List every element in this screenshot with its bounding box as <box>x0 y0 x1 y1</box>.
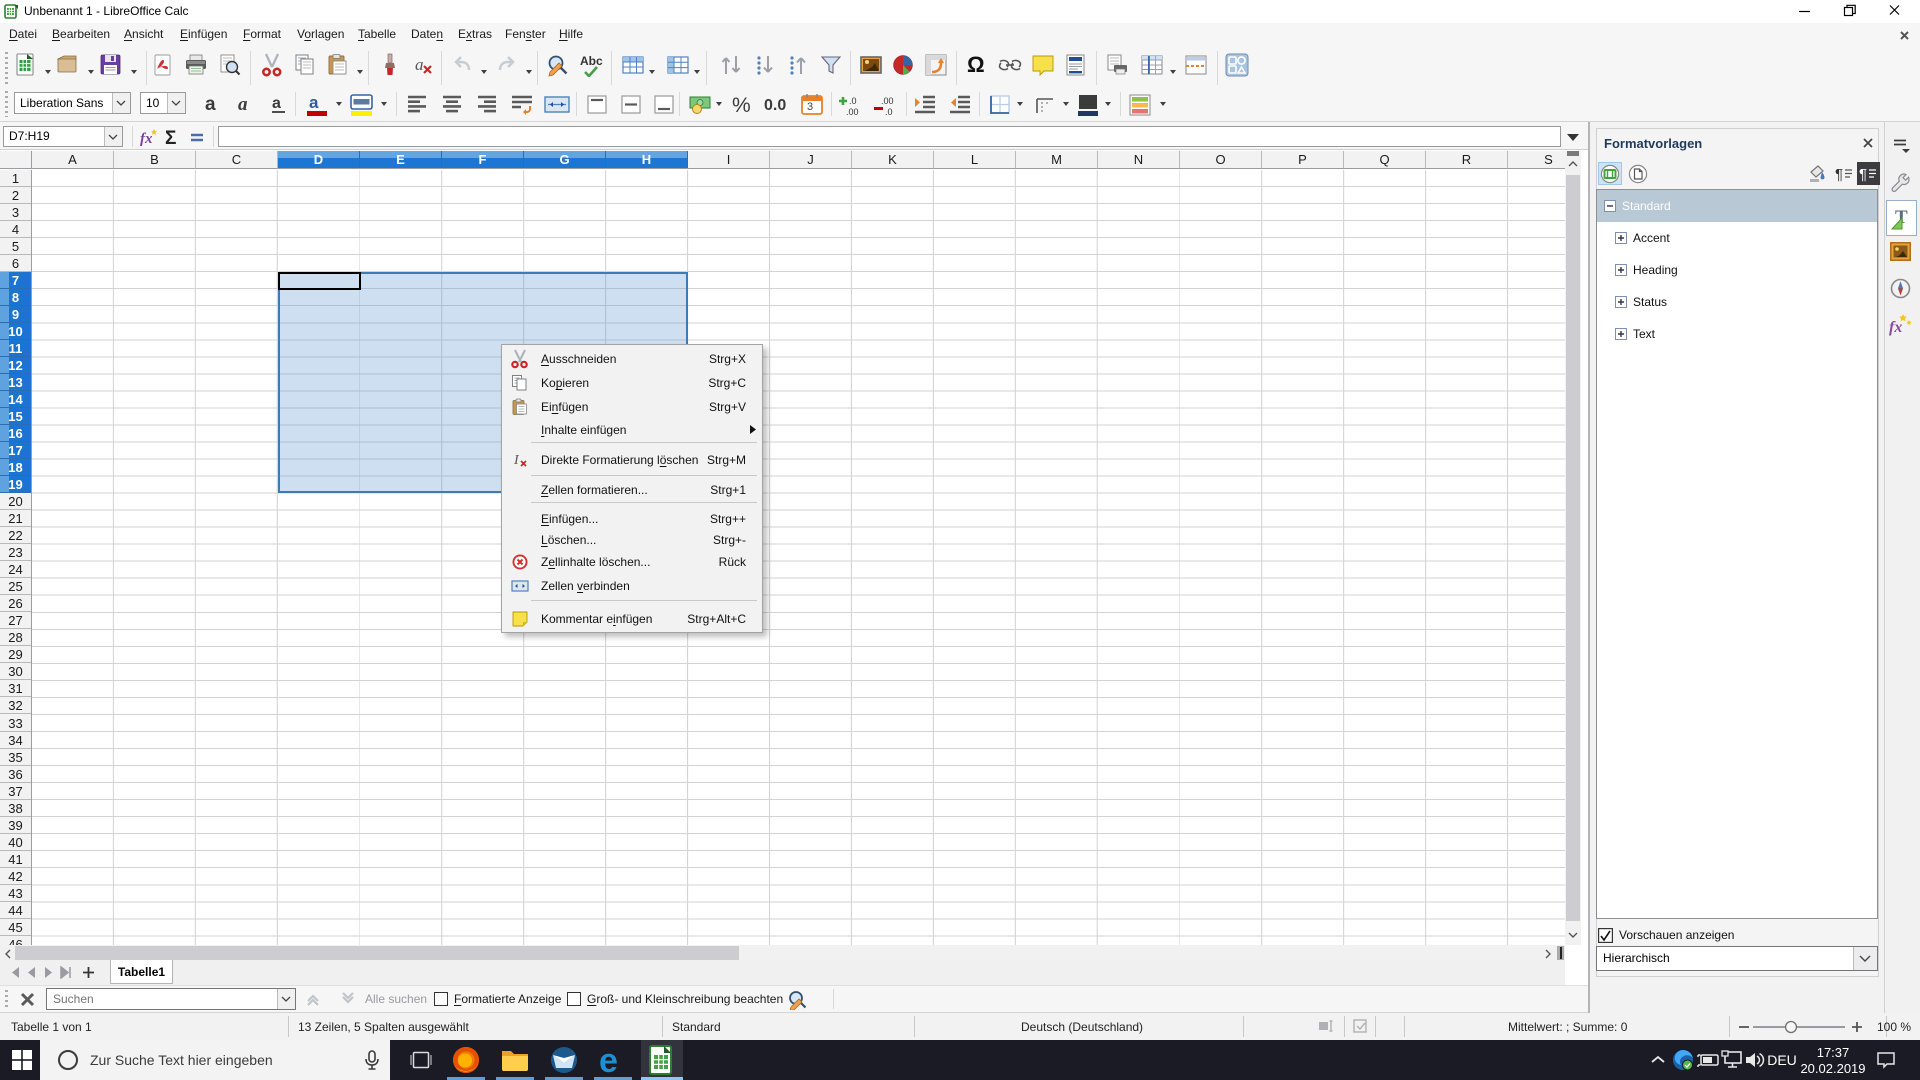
svg-text:3: 3 <box>807 101 813 113</box>
svg-text:a: a <box>238 94 248 115</box>
svg-text:a: a <box>205 94 216 115</box>
svg-text:.0: .0 <box>885 107 893 117</box>
svg-text:Ω: Ω <box>967 53 985 77</box>
svg-text:e: e <box>599 1044 618 1076</box>
svg-text:a: a <box>309 93 319 112</box>
svg-text:Σ: Σ <box>165 128 176 148</box>
svg-text:I: I <box>513 453 520 468</box>
svg-text:Abc: Abc <box>580 54 603 68</box>
svg-text:fx: fx <box>140 131 153 147</box>
svg-text:.00: .00 <box>881 96 894 106</box>
svg-text:¶: ¶ <box>1835 166 1843 183</box>
svg-text:0.0: 0.0 <box>764 97 786 114</box>
svg-text:a: a <box>415 55 424 74</box>
svg-text:.00: .00 <box>846 107 859 117</box>
svg-text:¶: ¶ <box>1859 166 1867 183</box>
svg-text:.0: .0 <box>849 96 857 106</box>
svg-text:fx: fx <box>1889 319 1902 336</box>
svg-text:%: % <box>732 94 751 117</box>
svg-text:a: a <box>272 95 281 112</box>
